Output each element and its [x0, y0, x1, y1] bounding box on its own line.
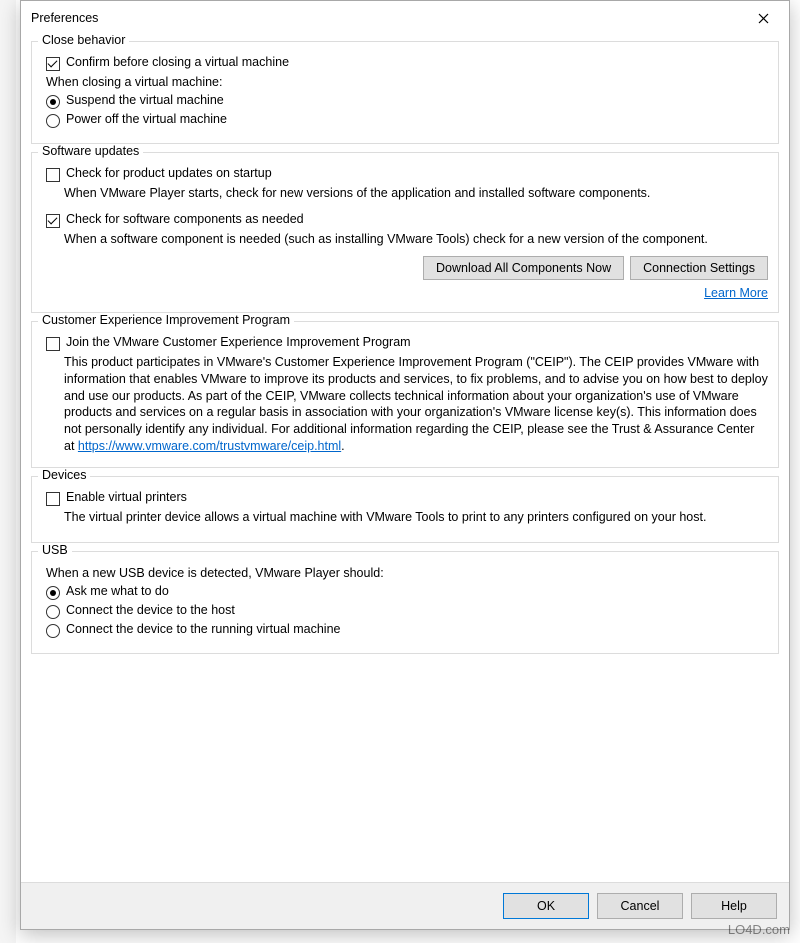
usb-prompt: When a new USB device is detected, VMwar… — [46, 566, 768, 580]
usb-ask-radio[interactable] — [46, 586, 60, 600]
group-legend: Software updates — [38, 144, 143, 158]
check-updates-startup-label[interactable]: Check for product updates on startup — [66, 166, 272, 180]
group-devices: Devices Enable virtual printers The virt… — [31, 476, 779, 543]
group-legend: USB — [38, 543, 72, 557]
usb-vm-radio[interactable] — [46, 624, 60, 638]
group-legend: Close behavior — [38, 35, 129, 47]
ceip-url-link[interactable]: https://www.vmware.com/trustvmware/ceip.… — [78, 439, 341, 453]
dialog-content: Close behavior Confirm before closing a … — [21, 35, 789, 882]
check-updates-startup-checkbox[interactable] — [46, 168, 60, 182]
download-components-button[interactable]: Download All Components Now — [423, 256, 624, 280]
check-components-label[interactable]: Check for software components as needed — [66, 212, 304, 226]
join-ceip-label[interactable]: Join the VMware Customer Experience Impr… — [66, 335, 411, 349]
connection-settings-button[interactable]: Connection Settings — [630, 256, 768, 280]
help-button[interactable]: Help — [691, 893, 777, 919]
check-components-checkbox[interactable] — [46, 214, 60, 228]
poweroff-label[interactable]: Power off the virtual machine — [66, 112, 227, 126]
group-close-behavior: Close behavior Confirm before closing a … — [31, 41, 779, 144]
group-ceip: Customer Experience Improvement Program … — [31, 321, 779, 468]
when-closing-label: When closing a virtual machine: — [46, 75, 768, 89]
group-legend: Devices — [38, 468, 90, 482]
usb-vm-label[interactable]: Connect the device to the running virtua… — [66, 622, 340, 636]
check-updates-startup-desc: When VMware Player starts, check for new… — [64, 185, 768, 202]
group-legend: Customer Experience Improvement Program — [38, 313, 294, 327]
learn-more-link[interactable]: Learn More — [704, 286, 768, 300]
check-components-desc: When a software component is needed (suc… — [64, 231, 768, 248]
virtual-printers-desc: The virtual printer device allows a virt… — [64, 509, 768, 526]
poweroff-radio[interactable] — [46, 114, 60, 128]
enable-virtual-printers-checkbox[interactable] — [46, 492, 60, 506]
join-ceip-checkbox[interactable] — [46, 337, 60, 351]
usb-ask-label[interactable]: Ask me what to do — [66, 584, 169, 598]
enable-virtual-printers-label[interactable]: Enable virtual printers — [66, 490, 187, 504]
cancel-button[interactable]: Cancel — [597, 893, 683, 919]
preferences-dialog: Preferences Close behavior Confirm befor… — [20, 0, 790, 930]
dialog-footer: OK Cancel Help — [21, 882, 789, 929]
dialog-title: Preferences — [31, 11, 743, 25]
group-software-updates: Software updates Check for product updat… — [31, 152, 779, 313]
suspend-radio[interactable] — [46, 95, 60, 109]
usb-host-radio[interactable] — [46, 605, 60, 619]
confirm-close-checkbox[interactable] — [46, 57, 60, 71]
suspend-label[interactable]: Suspend the virtual machine — [66, 93, 224, 107]
group-usb: USB When a new USB device is detected, V… — [31, 551, 779, 654]
usb-host-label[interactable]: Connect the device to the host — [66, 603, 235, 617]
confirm-close-label[interactable]: Confirm before closing a virtual machine — [66, 55, 289, 69]
titlebar: Preferences — [21, 1, 789, 35]
close-icon[interactable] — [743, 4, 783, 32]
ok-button[interactable]: OK — [503, 893, 589, 919]
ceip-description: This product participates in VMware's Cu… — [64, 354, 768, 455]
